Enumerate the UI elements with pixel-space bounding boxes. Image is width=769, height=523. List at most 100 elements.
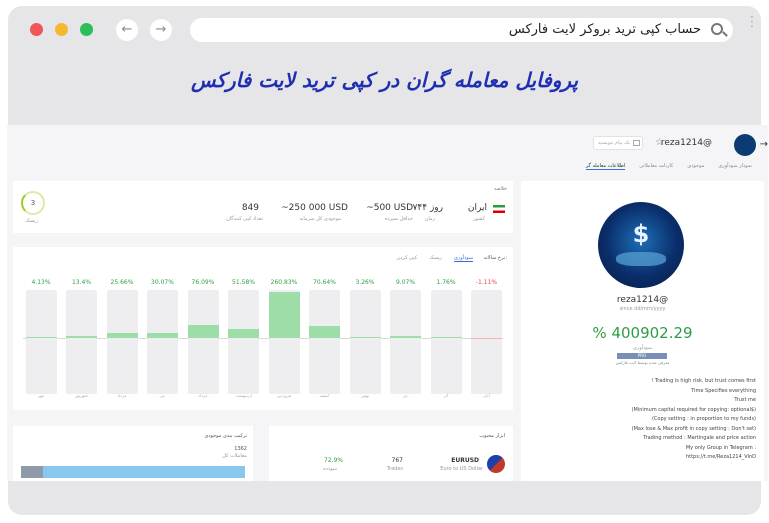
min-deposit-value: ~500 USD [366, 203, 413, 213]
profile-bio: ! Trading is high risk, but trust comes … [529, 377, 756, 463]
bar-value-label: 260.83% [270, 279, 298, 286]
risk-gauge: 3 [21, 191, 45, 215]
bar-value-label: 3.26% [355, 279, 375, 286]
days-caption: زمان [424, 216, 435, 222]
header-avatar [734, 134, 756, 156]
message-input[interactable]: یک پیام بنویسید [593, 136, 643, 150]
instruments-card: ابزار محبوب EURUSD Euro to US Dollar 767… [269, 426, 513, 481]
bar-track [66, 290, 97, 394]
bar[interactable] [228, 328, 259, 338]
tab-history[interactable]: کارنامه معاملاتی [639, 163, 673, 170]
bar-track [309, 290, 340, 394]
bar[interactable] [430, 337, 462, 338]
profile-gain: % 400902.29 [592, 324, 693, 342]
bar-month-label: مهر [37, 393, 45, 398]
bar-track [106, 290, 138, 394]
bar-month-label: بهمن [360, 393, 370, 398]
back-button[interactable]: ← [116, 19, 138, 41]
bar-value-label: 9.07% [395, 279, 416, 286]
composition-track [21, 466, 245, 478]
forward-button[interactable]: → [150, 19, 172, 41]
profile-since: since dd/mm/yyyy [619, 306, 666, 312]
bar-track [390, 290, 421, 394]
window-maximize-button[interactable] [80, 23, 93, 36]
tab-performance-chart[interactable]: نمودار سودآوری [718, 163, 752, 170]
profile-tabs: نمودار سودآوری موجودی کارنامه معاملاتی ا… [585, 163, 752, 170]
composition-fill [43, 466, 245, 478]
tab-risk[interactable]: ریسک [429, 255, 442, 262]
bar-value-label: 30.07% [151, 279, 174, 286]
bar[interactable] [471, 338, 502, 339]
eurusd-flag-icon [487, 455, 505, 473]
instrument-caption: Euro to US Dollar [440, 466, 483, 472]
page-headline: پروفایل معامله گران در کپی ترید لایت فار… [190, 68, 579, 92]
bar-month-label: اسفند [319, 393, 330, 398]
bar[interactable] [187, 324, 219, 338]
profile-screenshot: → reza1214@ ☆ یک پیام بنویسید نمودار سود… [7, 125, 768, 481]
bar-month-label: آذر [443, 393, 449, 398]
bar[interactable] [147, 332, 178, 338]
bar-month-label: شهریور [75, 393, 88, 398]
bar[interactable] [349, 337, 381, 338]
copiers-caption: تعداد کپی کنندگان [226, 216, 263, 222]
bar[interactable] [390, 336, 421, 338]
back-arrow-icon[interactable]: → [760, 139, 768, 150]
iran-flag-icon [493, 205, 505, 213]
bio-line: https://t.me/Reza1214_VinD [685, 454, 756, 460]
risk-caption: ریسک [25, 218, 38, 224]
bar[interactable] [268, 292, 300, 338]
currency-symbol-icon: $ [632, 220, 650, 248]
bar-month-label: تیر [160, 393, 165, 398]
bio-line: Trust me [734, 397, 756, 403]
country-value: ایران [467, 203, 487, 213]
bio-line: (Minimum capital required for copying: o… [631, 406, 756, 413]
hand-icon [616, 252, 666, 266]
bar-month-label: اردیبهشت [235, 393, 252, 398]
bar-track [228, 290, 259, 394]
message-placeholder: یک پیام بنویسید [597, 140, 630, 146]
bar-month-label: خرداد [198, 393, 208, 398]
composition-card: ترکیب بندی موجودی 1362 معاملات کل [13, 426, 253, 481]
returns-tabs: سودآوری ریسک کپی کردن [396, 255, 473, 262]
profile-avatar: $ [598, 202, 684, 288]
profile-card: $ reza1214@ since dd/mm/yyyy % 400902.29… [521, 181, 764, 481]
tab-trader-info[interactable]: اطلاعات معامله گر [585, 163, 626, 170]
browser-menu-icon[interactable]: ⋮ [745, 15, 759, 29]
composition-title: ترکیب بندی موجودی [204, 433, 247, 439]
tab-profitability[interactable]: سودآوری [453, 255, 473, 262]
instrument-symbol: EURUSD [451, 457, 479, 464]
bar-month-label: فروردین [277, 393, 291, 398]
bar[interactable] [25, 337, 57, 338]
tab-balance[interactable]: موجودی [687, 163, 704, 170]
tab-copying[interactable]: کپی کردن [396, 255, 417, 262]
window-minimize-button[interactable] [55, 23, 68, 36]
bar-value-label: 25.66% [110, 279, 134, 286]
instrument-profitable-caption: سودده [323, 466, 337, 472]
bar-value-label: -1.11% [475, 279, 498, 286]
bar[interactable] [309, 325, 340, 338]
star-icon[interactable]: ☆ [655, 137, 664, 148]
copiers-value: 849 [241, 203, 259, 213]
summary-card: خلاصه ایران کشور ۷۴۴ روز زمان ~500 USD ح… [13, 181, 513, 233]
bar[interactable] [66, 335, 97, 338]
bar-value-label: 4.13% [31, 279, 51, 286]
address-text: حساب کپی ترید بروکر لایت فارکس [508, 22, 701, 37]
bio-line: Trading method : Martingale and price ac… [643, 435, 756, 441]
window-close-button[interactable] [30, 23, 43, 36]
bar-value-label: 76.09% [191, 279, 215, 286]
bar[interactable] [106, 333, 138, 338]
profile-username: reza1214@ [616, 295, 669, 305]
instrument-profitable: 72.9% [323, 457, 343, 464]
bar-month-label: آبان [483, 393, 490, 398]
browser-toolbar: ← → حساب کپی ترید بروکر لایت فارکس ⋮ [8, 6, 761, 54]
bar-value-label: 70.64% [313, 279, 336, 286]
bio-line: (Max lose & Max profit in copy setting :… [631, 425, 756, 432]
summary-title: خلاصه [493, 186, 507, 192]
instruments-title: ابزار محبوب [479, 433, 505, 439]
bio-line: ! Trading is high risk, but trust comes … [651, 378, 756, 384]
instrument-trades-caption: Trades [386, 466, 403, 472]
composition-value: 1362 [234, 446, 247, 452]
mail-icon [633, 140, 640, 146]
bar-value-label: 13.4% [71, 279, 92, 286]
address-bar[interactable]: حساب کپی ترید بروکر لایت فارکس [190, 18, 733, 42]
